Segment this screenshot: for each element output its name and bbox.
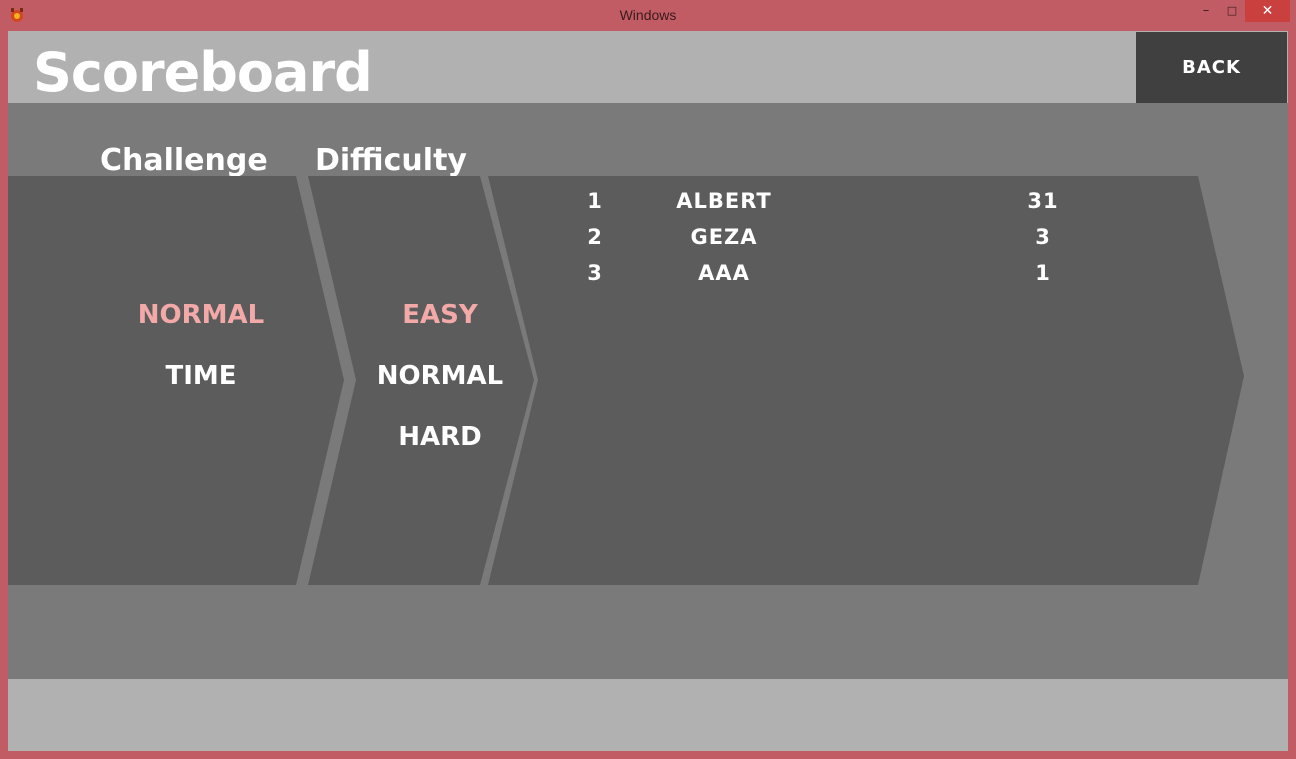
score-name: AAA bbox=[698, 261, 750, 285]
difficulty-option-easy[interactable]: EASY bbox=[340, 299, 540, 331]
minimize-button[interactable]: – bbox=[1192, 0, 1220, 22]
page-title: Scoreboard bbox=[33, 41, 373, 104]
score-value: 1 bbox=[1035, 261, 1051, 285]
maximize-button[interactable]: □ bbox=[1219, 0, 1245, 22]
score-name: ALBERT bbox=[676, 189, 772, 213]
score-value: 3 bbox=[1035, 225, 1051, 249]
challenge-heading: Challenge bbox=[100, 143, 268, 178]
close-button[interactable]: ✕ bbox=[1245, 0, 1290, 22]
game-client-area: Scoreboard BACK Challenge Difficulty NOR… bbox=[8, 31, 1288, 751]
window-titlebar[interactable]: Windows – □ ✕ bbox=[0, 0, 1296, 30]
score-rank: 2 bbox=[587, 225, 603, 249]
difficulty-option-normal[interactable]: NORMAL bbox=[340, 360, 540, 392]
back-button[interactable]: BACK bbox=[1136, 32, 1287, 103]
score-name: GEZA bbox=[690, 225, 758, 249]
score-rank: 3 bbox=[587, 261, 603, 285]
window-title: Windows bbox=[619, 7, 677, 23]
challenge-option-time[interactable]: TIME bbox=[101, 360, 301, 392]
score-value: 31 bbox=[1027, 189, 1059, 213]
difficulty-option-hard[interactable]: HARD bbox=[340, 421, 540, 453]
footer-bar bbox=[8, 679, 1288, 751]
header-bar: Scoreboard BACK bbox=[8, 31, 1288, 104]
challenge-option-normal[interactable]: NORMAL bbox=[101, 299, 301, 331]
score-rank: 1 bbox=[587, 189, 603, 213]
difficulty-heading: Difficulty bbox=[315, 143, 467, 178]
